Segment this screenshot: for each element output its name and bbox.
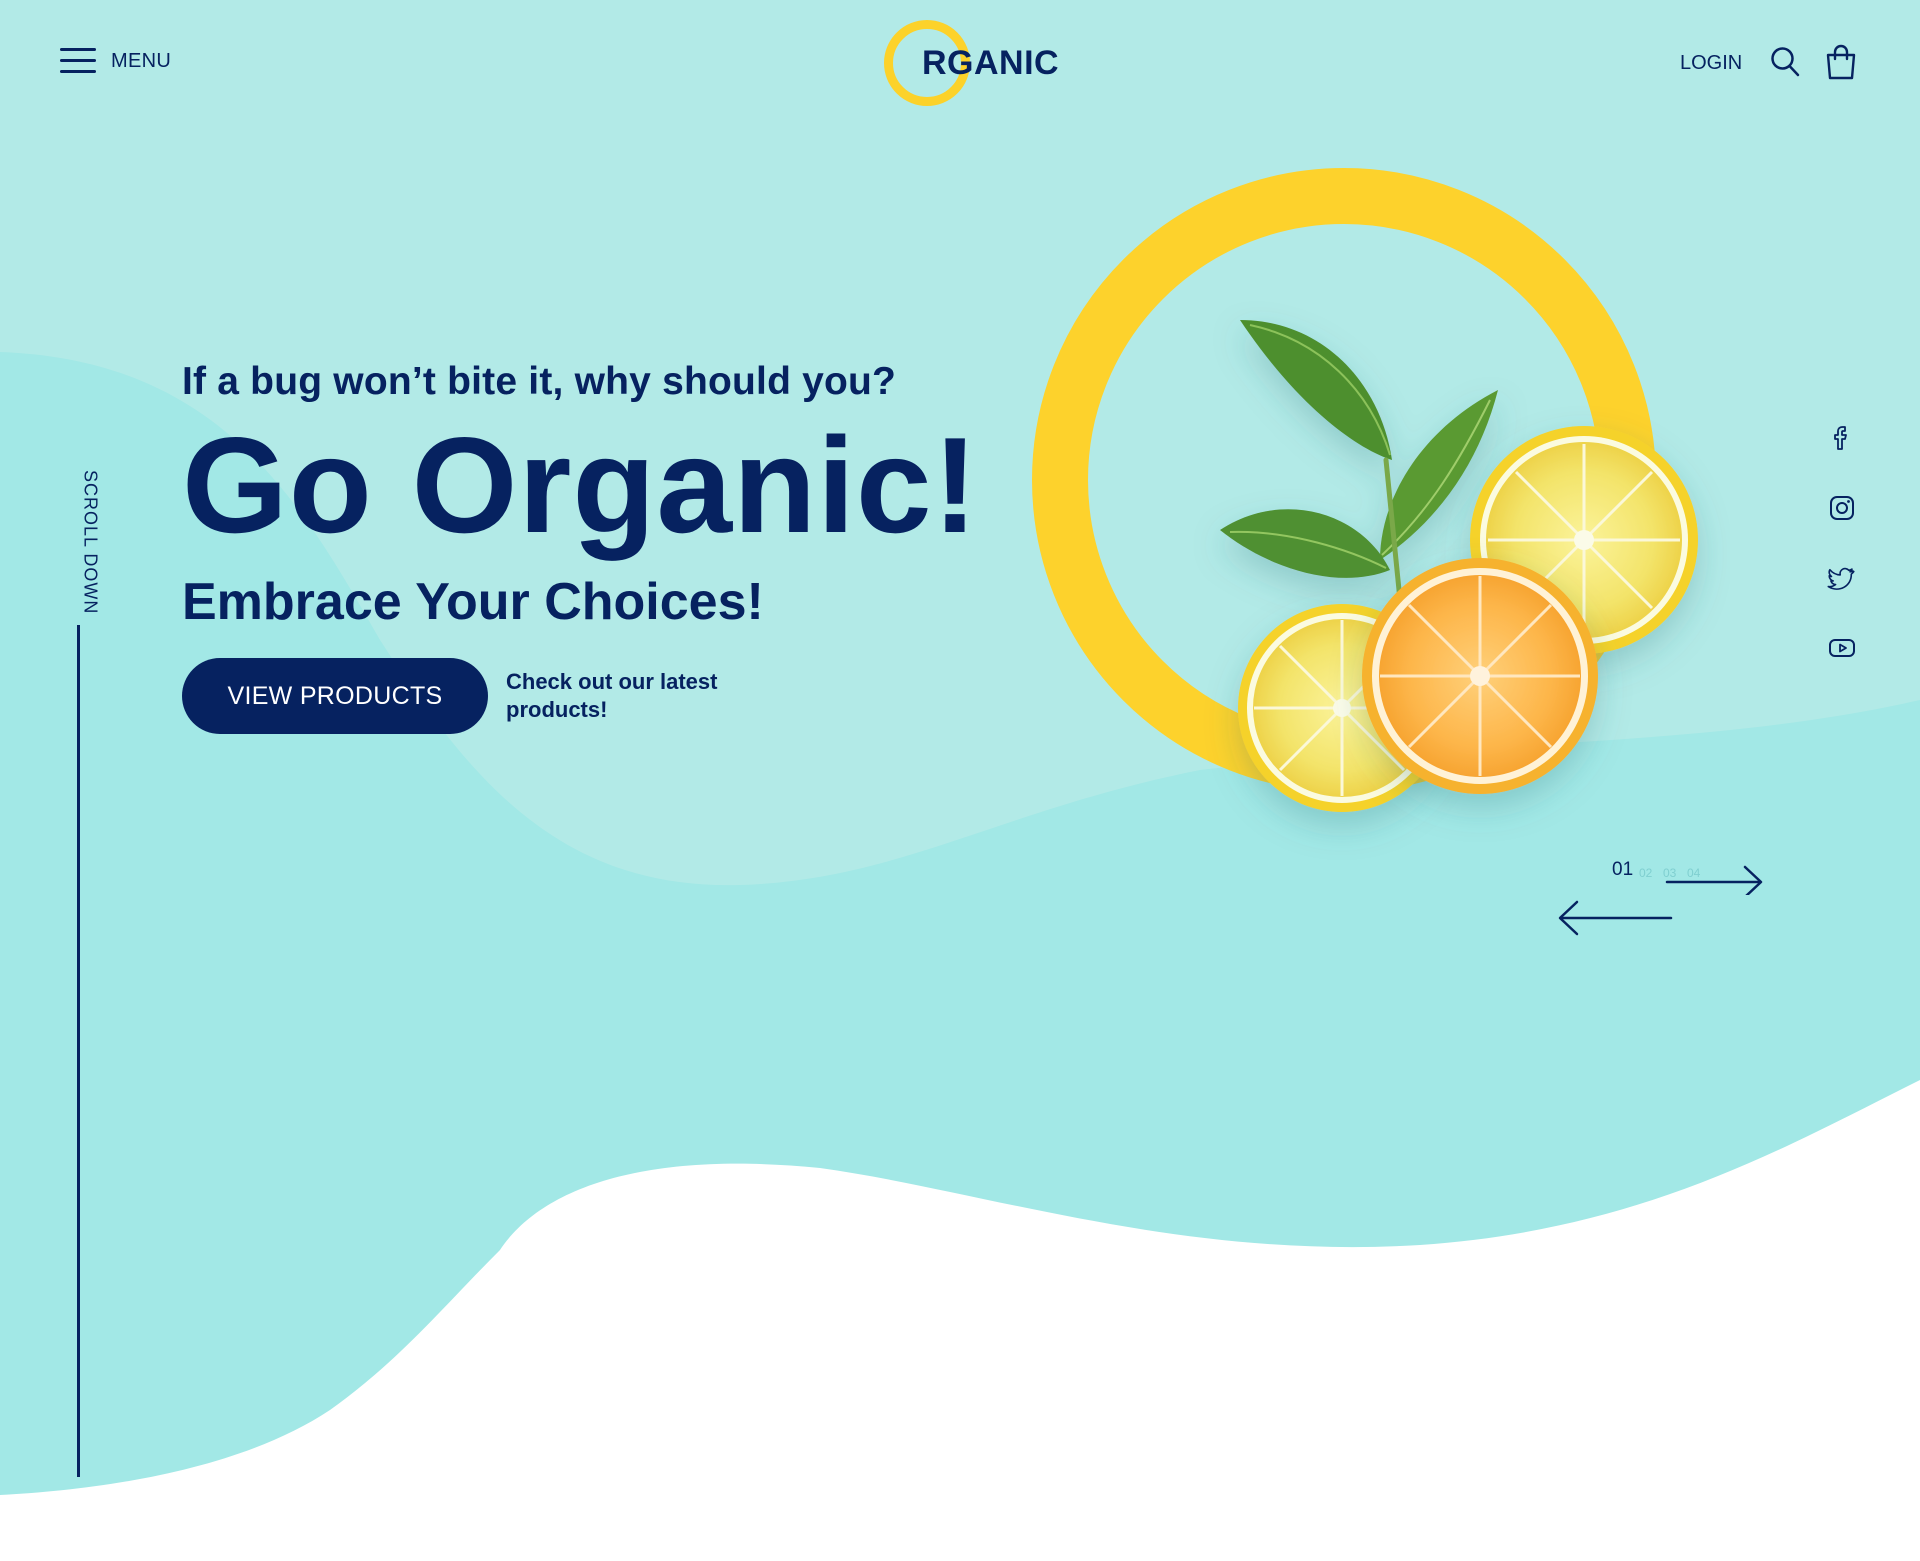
site-header: MENU RGANIC LOGIN bbox=[0, 0, 1920, 130]
hero-content: If a bug won’t bite it, why should you? … bbox=[182, 360, 979, 734]
citrus-illustration bbox=[1032, 168, 1698, 812]
hamburger-icon bbox=[60, 48, 96, 74]
previous-arrow-icon[interactable] bbox=[1555, 898, 1675, 938]
login-link[interactable]: LOGIN bbox=[1680, 52, 1742, 75]
cta-row: VIEW PRODUCTS Check out our latest produ… bbox=[182, 658, 979, 734]
orange-slice bbox=[1362, 558, 1598, 794]
twitter-icon[interactable] bbox=[1822, 558, 1862, 598]
facebook-icon[interactable] bbox=[1822, 418, 1862, 458]
logo[interactable]: RGANIC bbox=[884, 20, 1064, 108]
cta-note: Check out our latest products! bbox=[506, 669, 718, 722]
menu-label: MENU bbox=[111, 49, 172, 72]
hero-subheadline: Embrace Your Choices! bbox=[182, 573, 764, 631]
mint-leaves bbox=[1220, 320, 1498, 603]
search-icon[interactable] bbox=[1770, 46, 1800, 78]
hero-tagline: If a bug won’t bite it, why should you? bbox=[182, 360, 897, 403]
menu-button[interactable]: MENU bbox=[60, 48, 171, 74]
social-links bbox=[1822, 418, 1862, 698]
shopping-bag-icon[interactable] bbox=[1825, 44, 1857, 80]
instagram-icon[interactable] bbox=[1822, 488, 1862, 528]
hero-headline: Go Organic! bbox=[182, 409, 979, 561]
scroll-line bbox=[77, 625, 80, 1477]
slider-controls: 01 02 03 04 bbox=[1555, 855, 1765, 955]
view-products-button[interactable]: VIEW PRODUCTS bbox=[182, 658, 488, 734]
scroll-down-label[interactable]: SCROLL DOWN bbox=[60, 470, 101, 620]
logo-text: RGANIC bbox=[922, 44, 1060, 82]
youtube-icon[interactable] bbox=[1822, 628, 1862, 668]
next-arrow-icon[interactable] bbox=[1610, 855, 1765, 895]
